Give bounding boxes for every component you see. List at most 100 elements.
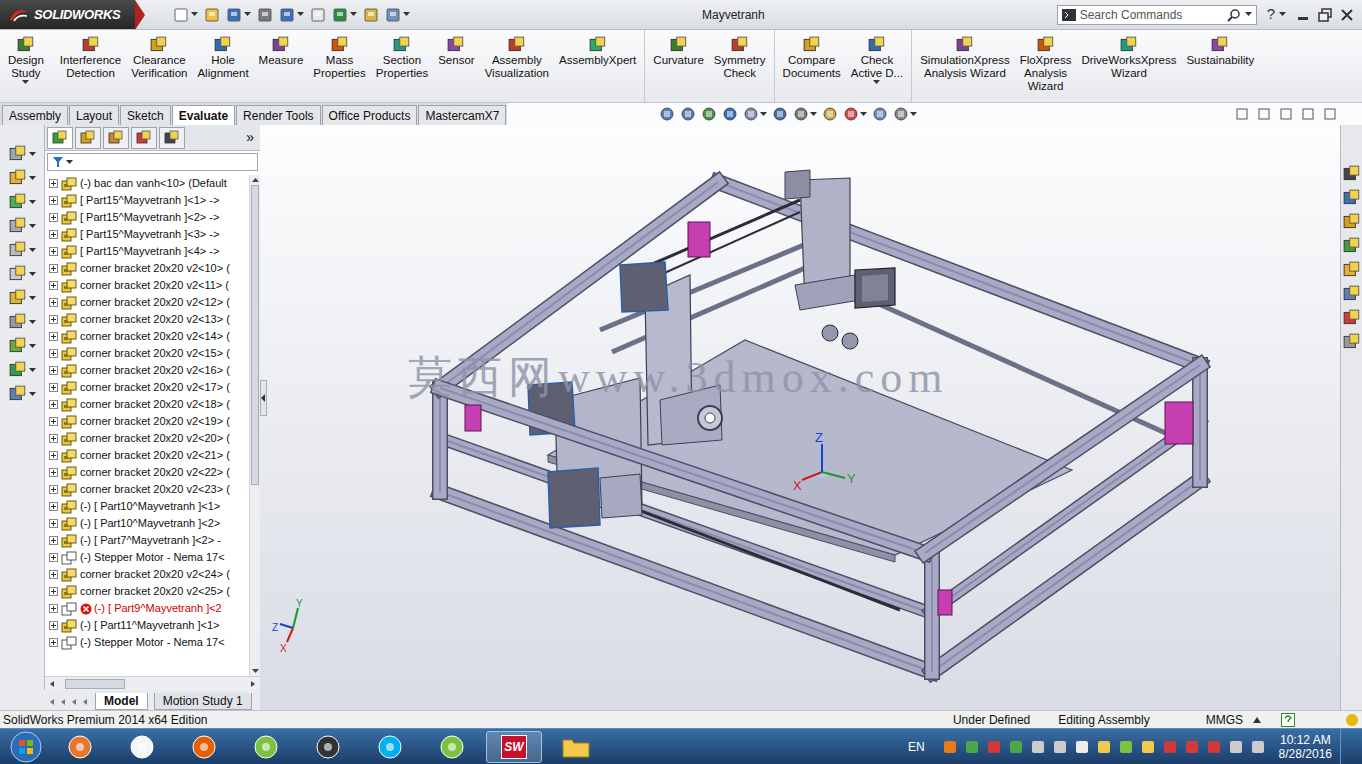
ribbon-button[interactable]: ClearanceVerification (127, 30, 191, 80)
quick-tips-icon[interactable] (1281, 713, 1295, 727)
tile-viewport-icon[interactable] (1236, 108, 1248, 120)
ribbon-button[interactable]: Sustainability (1182, 30, 1258, 67)
restore-viewport-icon[interactable] (1302, 108, 1314, 120)
strip-button[interactable] (9, 193, 36, 211)
tree-scrollbar[interactable] (249, 175, 260, 676)
dropdown-arrow-icon[interactable] (297, 12, 304, 17)
dropdown-arrow-icon[interactable] (29, 392, 36, 397)
expand-icon[interactable] (49, 213, 58, 222)
dropdown-arrow-icon[interactable] (29, 224, 36, 229)
expand-icon[interactable] (49, 196, 58, 205)
view-tool-button[interactable] (793, 106, 817, 122)
ribbon-button[interactable]: CompareDocuments (779, 30, 845, 80)
command-tab[interactable]: Render Tools (236, 105, 321, 125)
expand-icon[interactable] (49, 366, 58, 375)
expand-icon[interactable] (49, 519, 58, 528)
quick-access-button[interactable] (257, 7, 273, 23)
expand-icon[interactable] (49, 417, 58, 426)
expand-icon[interactable] (49, 604, 58, 613)
quick-access-button[interactable] (310, 7, 326, 23)
panel-splitter[interactable] (260, 380, 267, 416)
tree-item[interactable]: corner bracket 20x20 v2<23> ( (45, 481, 249, 498)
view-tool-button[interactable] (659, 106, 675, 122)
dropdown-arrow-icon[interactable] (66, 160, 73, 165)
tray-icon[interactable] (1097, 740, 1111, 754)
manager-tab[interactable] (47, 127, 73, 149)
tree-item[interactable]: corner bracket 20x20 v2<20> ( (45, 430, 249, 447)
expand-icon[interactable] (49, 638, 58, 647)
language-indicator[interactable]: EN (908, 738, 925, 756)
expand-icon[interactable] (49, 230, 58, 239)
strip-button[interactable] (9, 169, 36, 187)
tree-item[interactable]: (-) bac dan vanh<10> (Default (45, 175, 249, 192)
view-tool-button[interactable] (843, 106, 867, 122)
strip-button[interactable] (9, 289, 36, 307)
graphics-area[interactable]: ZXYYZX莫西网www.3dmox.com (260, 125, 1340, 710)
view-tool-button[interactable] (893, 106, 917, 122)
menu-chevron-icon[interactable] (135, 0, 145, 30)
tree-item[interactable]: corner bracket 20x20 v2<17> ( (45, 379, 249, 396)
tree-item[interactable]: corner bracket 20x20 v2<10> ( (45, 260, 249, 277)
tree-item[interactable]: corner bracket 20x20 v2<14> ( (45, 328, 249, 345)
expand-icon[interactable] (49, 400, 58, 409)
tree-item[interactable]: corner bracket 20x20 v2<11> ( (45, 277, 249, 294)
expand-icon[interactable] (49, 383, 58, 392)
ribbon-button[interactable]: DriveWorksXpressWizard (1077, 30, 1180, 80)
command-tab[interactable]: Assembly (2, 105, 68, 125)
dropdown-arrow-icon[interactable] (22, 80, 29, 85)
units-up-icon[interactable] (1253, 717, 1261, 723)
dropdown-arrow-icon[interactable] (29, 248, 36, 253)
ribbon-button[interactable]: FloXpressAnalysisWizard (1016, 30, 1076, 93)
strip-button[interactable] (9, 361, 36, 379)
app-logo[interactable]: SOLIDWORKS (0, 0, 135, 29)
tree-item[interactable]: corner bracket 20x20 v2<22> ( (45, 464, 249, 481)
tab-nav-icon[interactable] (59, 698, 67, 706)
command-tab[interactable]: Layout (69, 105, 119, 125)
scroll-thumb[interactable] (251, 185, 259, 485)
expand-icon[interactable] (49, 485, 58, 494)
tree-item[interactable]: (-) Stepper Motor - Nema 17< (45, 549, 249, 566)
unit-system[interactable]: MMGS (1206, 711, 1243, 729)
strip-button[interactable] (9, 265, 36, 283)
tray-icon[interactable] (1251, 740, 1265, 754)
command-tab[interactable]: Sketch (120, 105, 171, 125)
command-tab[interactable]: Office Products (322, 105, 418, 125)
expand-icon[interactable] (49, 315, 58, 324)
scroll-thumb[interactable] (65, 679, 125, 689)
tree-item[interactable]: (-) [ Part7^Mayvetranh ]<2> - (45, 532, 249, 549)
taskbar-app[interactable] (52, 731, 108, 763)
tray-icon[interactable] (1141, 740, 1155, 754)
ribbon-button[interactable]: Curvature (649, 30, 708, 67)
expand-icon[interactable] (49, 434, 58, 443)
ribbon-button[interactable]: SymmetryCheck (710, 30, 770, 80)
expand-icon[interactable] (49, 281, 58, 290)
horizontal-scrollbar[interactable] (45, 676, 260, 690)
ribbon-button[interactable]: DesignStudy (4, 30, 48, 85)
expand-icon[interactable] (49, 536, 58, 545)
dropdown-arrow-icon[interactable] (810, 112, 817, 117)
tree-item[interactable]: (-) [ Part10^Mayvetranh ]<1> (45, 498, 249, 515)
assembly-model[interactable]: ZXYYZX (260, 125, 1340, 710)
dropdown-arrow-icon[interactable] (191, 12, 198, 17)
tray-icon[interactable] (1053, 740, 1067, 754)
quick-access-button[interactable] (226, 7, 251, 23)
search-icon[interactable] (1227, 8, 1241, 22)
dropdown-arrow-icon[interactable] (29, 344, 36, 349)
close-icon[interactable] (1340, 8, 1354, 22)
quick-access-button[interactable] (279, 7, 304, 23)
close-viewport-icon[interactable] (1324, 108, 1336, 120)
minimize-icon[interactable] (1296, 8, 1310, 22)
manager-tab[interactable] (159, 127, 185, 149)
filter-row[interactable] (47, 153, 258, 171)
start-button[interactable] (0, 731, 52, 763)
view-tool-button[interactable] (680, 106, 696, 122)
tray-icon[interactable] (1119, 740, 1133, 754)
taskbar-app[interactable] (176, 731, 232, 763)
expand-icon[interactable] (49, 332, 58, 341)
tray-icon[interactable] (987, 740, 1001, 754)
tray-icon[interactable] (965, 740, 979, 754)
command-tab[interactable]: MastercamX7 (418, 105, 506, 125)
tray-icon[interactable] (1207, 740, 1221, 754)
dropdown-arrow-icon[interactable] (29, 152, 36, 157)
tab-nav[interactable] (48, 698, 89, 706)
